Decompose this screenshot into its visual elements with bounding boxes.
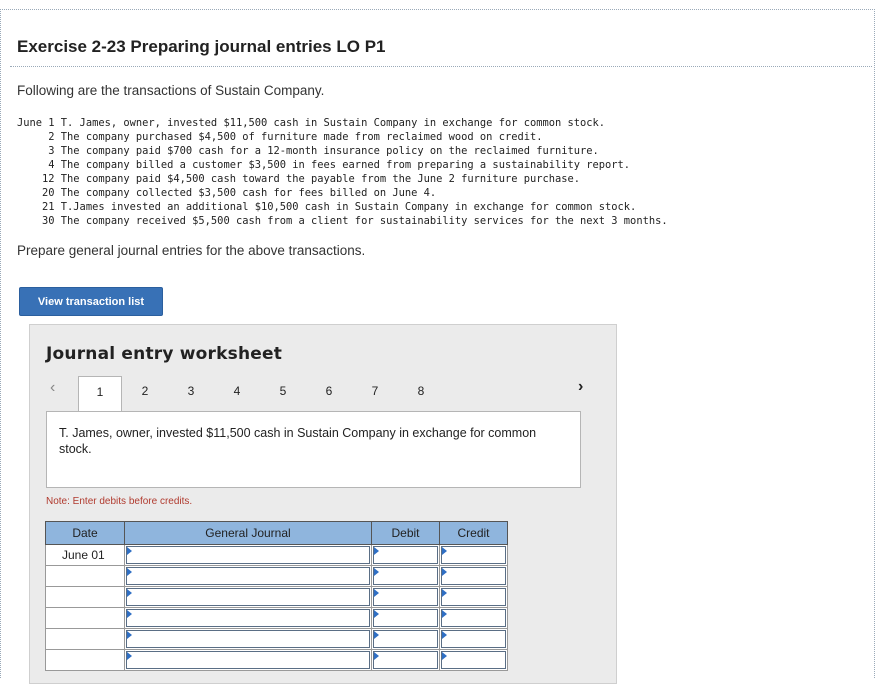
view-transaction-list-button[interactable]: View transaction list <box>19 287 163 316</box>
next-page-icon[interactable]: › <box>578 378 583 396</box>
credit-cell <box>439 649 508 671</box>
account-cell <box>124 607 372 629</box>
table-row <box>45 607 508 629</box>
credit-input[interactable] <box>441 546 506 564</box>
credit-cell <box>439 586 508 608</box>
debit-input[interactable] <box>373 609 438 627</box>
date-cell <box>45 586 125 608</box>
journal-entry-worksheet: Journal entry worksheet ‹ 1 2 3 4 5 6 7 … <box>29 324 617 684</box>
debit-column-header: Debit <box>371 521 440 545</box>
account-input[interactable] <box>126 567 370 585</box>
account-cell <box>124 586 372 608</box>
page-tab-6[interactable]: 6 <box>319 384 339 398</box>
intro-text: Following are the transactions of Sustai… <box>17 83 325 98</box>
page-tab-3[interactable]: 3 <box>181 384 201 398</box>
page-tab-4[interactable]: 4 <box>227 384 247 398</box>
page-title: Exercise 2-23 Preparing journal entries … <box>17 37 386 56</box>
credit-cell <box>439 607 508 629</box>
account-cell <box>124 628 372 650</box>
credit-cell <box>439 628 508 650</box>
page-tab-7[interactable]: 7 <box>365 384 385 398</box>
credit-input[interactable] <box>441 651 506 669</box>
debit-cell <box>371 565 440 587</box>
worksheet-title: Journal entry worksheet <box>46 344 283 364</box>
transaction-line: June 1 T. James, owner, invested $11,500… <box>17 117 606 129</box>
transaction-line: 20 The company collected $3,500 cash for… <box>17 187 437 199</box>
date-cell <box>45 565 125 587</box>
table-row: June 01 <box>45 544 508 566</box>
page-tab-8[interactable]: 8 <box>411 384 431 398</box>
journal-header-row: Date General Journal Debit Credit <box>45 521 508 545</box>
transaction-line: 30 The company received $5,500 cash from… <box>17 215 668 227</box>
table-row <box>45 649 508 671</box>
transaction-description-text: T. James, owner, invested $11,500 cash i… <box>59 426 537 456</box>
account-input[interactable] <box>126 630 370 648</box>
debit-input[interactable] <box>373 630 438 648</box>
account-cell <box>124 649 372 671</box>
table-row <box>45 565 508 587</box>
debit-cell <box>371 628 440 650</box>
transaction-line: 3 The company paid $700 cash for a 12-mo… <box>17 145 599 157</box>
date-column-header: Date <box>45 521 125 545</box>
credit-input[interactable] <box>441 588 506 606</box>
transaction-list: June 1 T. James, owner, invested $11,500… <box>17 116 668 228</box>
transaction-line: 4 The company billed a customer $3,500 i… <box>17 159 631 171</box>
debit-input[interactable] <box>373 651 438 669</box>
date-cell <box>45 628 125 650</box>
account-input[interactable] <box>126 588 370 606</box>
account-cell <box>124 565 372 587</box>
credit-input[interactable] <box>441 609 506 627</box>
credit-cell <box>439 544 508 566</box>
account-input[interactable] <box>126 651 370 669</box>
previous-page-icon[interactable]: ‹ <box>50 379 55 397</box>
transaction-line: 12 The company paid $4,500 cash toward t… <box>17 173 581 185</box>
debit-cell <box>371 544 440 566</box>
date-cell: June 01 <box>45 544 125 566</box>
general-journal-column-header: General Journal <box>124 521 372 545</box>
transaction-line: 2 The company purchased $4,500 of furnit… <box>17 131 543 143</box>
page-tab-1[interactable]: 1 <box>78 376 122 412</box>
table-row <box>45 586 508 608</box>
account-cell <box>124 544 372 566</box>
date-cell <box>45 607 125 629</box>
credit-input[interactable] <box>441 567 506 585</box>
table-row <box>45 628 508 650</box>
entry-note: Note: Enter debits before credits. <box>46 496 193 507</box>
credit-cell <box>439 565 508 587</box>
debit-input[interactable] <box>373 567 438 585</box>
title-divider <box>10 66 872 67</box>
journal-table: Date General Journal Debit Credit June 0… <box>45 521 508 671</box>
page-tab-5[interactable]: 5 <box>273 384 293 398</box>
debit-cell <box>371 649 440 671</box>
debit-cell <box>371 607 440 629</box>
instruction-text: Prepare general journal entries for the … <box>17 243 366 258</box>
debit-input[interactable] <box>373 546 438 564</box>
debit-input[interactable] <box>373 588 438 606</box>
credit-column-header: Credit <box>439 521 508 545</box>
credit-input[interactable] <box>441 630 506 648</box>
page-tab-2[interactable]: 2 <box>135 384 155 398</box>
debit-cell <box>371 586 440 608</box>
date-cell <box>45 649 125 671</box>
transaction-line: 21 T.James invested an additional $10,50… <box>17 201 637 213</box>
transaction-description: T. James, owner, invested $11,500 cash i… <box>46 411 581 488</box>
account-input[interactable] <box>126 546 370 564</box>
account-input[interactable] <box>126 609 370 627</box>
